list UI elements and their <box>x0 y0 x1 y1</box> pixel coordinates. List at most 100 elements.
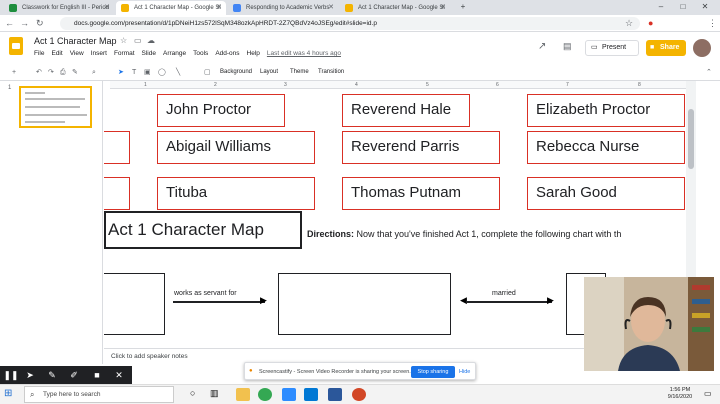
browser-tab-character-map[interactable]: Act 1 Character Map - Google Sl ✕ <box>116 1 226 15</box>
reload-icon[interactable]: ↻ <box>36 16 44 31</box>
background-button[interactable]: Background <box>220 66 252 79</box>
document-title[interactable]: Act 1 Character Map <box>34 36 117 46</box>
menu-format[interactable]: Format <box>114 50 135 57</box>
new-slide-icon[interactable]: + <box>12 66 16 79</box>
menu-insert[interactable]: Insert <box>91 50 107 57</box>
activity-trend-icon[interactable]: ↗ <box>538 41 546 52</box>
textbox-icon[interactable]: T <box>132 66 136 79</box>
scrollbar-thumb[interactable] <box>688 109 694 169</box>
powerpoint-icon[interactable] <box>352 388 366 401</box>
theme-button[interactable]: Theme <box>290 66 309 79</box>
avatar[interactable] <box>693 39 711 57</box>
character-box[interactable]: Reverend Hale <box>342 94 470 127</box>
zoom-icon[interactable]: ⌕ <box>92 66 96 79</box>
transition-button[interactable]: Transition <box>318 66 344 79</box>
paint-format-icon[interactable]: ✎ <box>72 66 78 79</box>
character-box[interactable]: Tituba <box>157 177 315 210</box>
notification-icon[interactable]: ▭ <box>704 389 712 398</box>
close-tab-icon[interactable]: ✕ <box>104 1 110 15</box>
pen-icon[interactable]: ✎ <box>41 366 63 384</box>
close-tab-icon[interactable]: ✕ <box>328 1 334 15</box>
close-tab-icon[interactable]: ✕ <box>216 1 222 15</box>
slide-thumbnail[interactable] <box>19 86 92 128</box>
windows-start-icon[interactable]: ⊞ <box>4 388 12 399</box>
cursor-icon[interactable]: ➤ <box>19 366 41 384</box>
print-icon[interactable]: ⎙ <box>60 66 66 79</box>
character-box[interactable]: Elizabeth Proctor <box>527 94 685 127</box>
maximize-icon[interactable]: □ <box>672 0 694 14</box>
new-tab-button[interactable]: + <box>452 0 474 14</box>
browser-tab-academic-verbs[interactable]: Responding to Academic Verbs ✕ <box>228 1 338 15</box>
last-edit-link[interactable]: Last edit was 4 hours ago <box>267 50 341 57</box>
layout-button[interactable]: Layout <box>260 66 278 79</box>
character-box-partial[interactable] <box>104 177 130 210</box>
hide-button[interactable]: Hide <box>459 363 470 381</box>
redo-icon[interactable]: ↷ <box>48 66 54 79</box>
zoom-app-icon[interactable] <box>282 388 296 401</box>
share-button[interactable]: ■ Share <box>646 40 686 56</box>
back-icon[interactable]: ← <box>5 16 14 31</box>
outlook-icon[interactable] <box>304 388 318 401</box>
menu-file[interactable]: File <box>34 50 44 57</box>
menu-arrange[interactable]: Arrange <box>163 50 186 57</box>
image-icon[interactable]: ▣ <box>144 66 151 79</box>
url-text: docs.google.com/presentation/d/1pDNeiH1z… <box>74 20 377 27</box>
select-cursor-icon[interactable]: ➤ <box>118 66 124 79</box>
character-box[interactable]: John Proctor <box>157 94 285 127</box>
character-box[interactable]: Thomas Putnam <box>342 177 500 210</box>
menu-view[interactable]: View <box>70 50 84 57</box>
character-box[interactable]: Rebecca Nurse <box>527 131 685 164</box>
move-folder-icon[interactable]: ▭ <box>134 36 142 45</box>
slides-logo-icon[interactable] <box>9 37 23 55</box>
close-tab-icon[interactable]: ✕ <box>440 1 446 15</box>
undo-icon[interactable]: ↶ <box>36 66 42 79</box>
character-box[interactable]: Abigail Williams <box>157 131 315 164</box>
highlighter-icon[interactable]: ✐ <box>63 366 85 384</box>
present-label: Present <box>602 44 627 51</box>
relation-arrow <box>173 301 265 303</box>
stop-sharing-button[interactable]: Stop sharing <box>411 366 455 378</box>
cortana-icon[interactable]: ○ <box>190 388 195 398</box>
line-icon[interactable]: ╲ <box>176 66 180 79</box>
slides-favicon-icon <box>345 4 353 12</box>
browser-tab-classwork[interactable]: Classwork for English III - Period ✕ <box>4 1 114 15</box>
chrome-icon[interactable] <box>258 388 272 401</box>
taskbar-clock[interactable]: 1:56 PM 9/16/2020 <box>660 387 700 401</box>
taskbar-search-input[interactable]: ⌕ Type here to search <box>24 386 174 403</box>
bookmark-star-icon[interactable]: ☆ <box>625 16 633 31</box>
file-explorer-icon[interactable] <box>236 388 250 401</box>
camera-icon[interactable]: ■ <box>86 366 108 384</box>
url-field[interactable]: docs.google.com/presentation/d/1pDNeiH1z… <box>60 17 640 30</box>
task-view-icon[interactable]: ▥ <box>210 388 219 399</box>
thumbnail-line <box>25 121 65 123</box>
menu-tools[interactable]: Tools <box>193 50 208 57</box>
tab-label: Act 1 Character Map - Google Sl <box>358 5 445 11</box>
screencastify-message: Screencastify - Screen Video Recorder is… <box>259 369 411 375</box>
comments-icon[interactable]: ▤ <box>563 41 572 52</box>
collapse-toolbar-icon[interactable]: ⌃ <box>706 66 712 79</box>
character-box[interactable]: Reverend Parris <box>342 131 500 164</box>
character-box[interactable]: Sarah Good <box>527 177 685 210</box>
map-box-left[interactable] <box>104 273 165 335</box>
directions-text[interactable]: Directions: Now that you've finished Act… <box>307 229 621 239</box>
map-box-center[interactable] <box>278 273 451 335</box>
menu-edit[interactable]: Edit <box>51 50 62 57</box>
minimize-icon[interactable]: – <box>650 0 672 14</box>
close-toolbar-icon[interactable]: ✕ <box>108 366 130 384</box>
star-icon[interactable]: ☆ <box>120 36 127 45</box>
shape-icon[interactable]: ◯ <box>158 66 166 79</box>
present-button[interactable]: ▭ Present <box>585 40 639 56</box>
thumbnail-line <box>25 114 87 116</box>
character-box-partial[interactable] <box>104 131 130 164</box>
menu-add-ons[interactable]: Add-ons <box>215 50 239 57</box>
comment-add-icon[interactable]: ▢ <box>204 66 211 79</box>
browser-tab-character-map-2[interactable]: Act 1 Character Map - Google Sl ✕ <box>340 1 450 15</box>
word-icon[interactable] <box>328 388 342 401</box>
menu-help[interactable]: Help <box>247 50 260 57</box>
forward-icon[interactable]: → <box>20 16 29 31</box>
close-window-icon[interactable]: ✕ <box>694 0 716 14</box>
extension-icon[interactable]: ● <box>648 16 653 31</box>
menu-slide[interactable]: Slide <box>142 50 156 57</box>
map-title-box[interactable]: Act 1 Character Map <box>104 211 302 249</box>
menu-dots-icon[interactable]: ⋮ <box>708 16 717 31</box>
